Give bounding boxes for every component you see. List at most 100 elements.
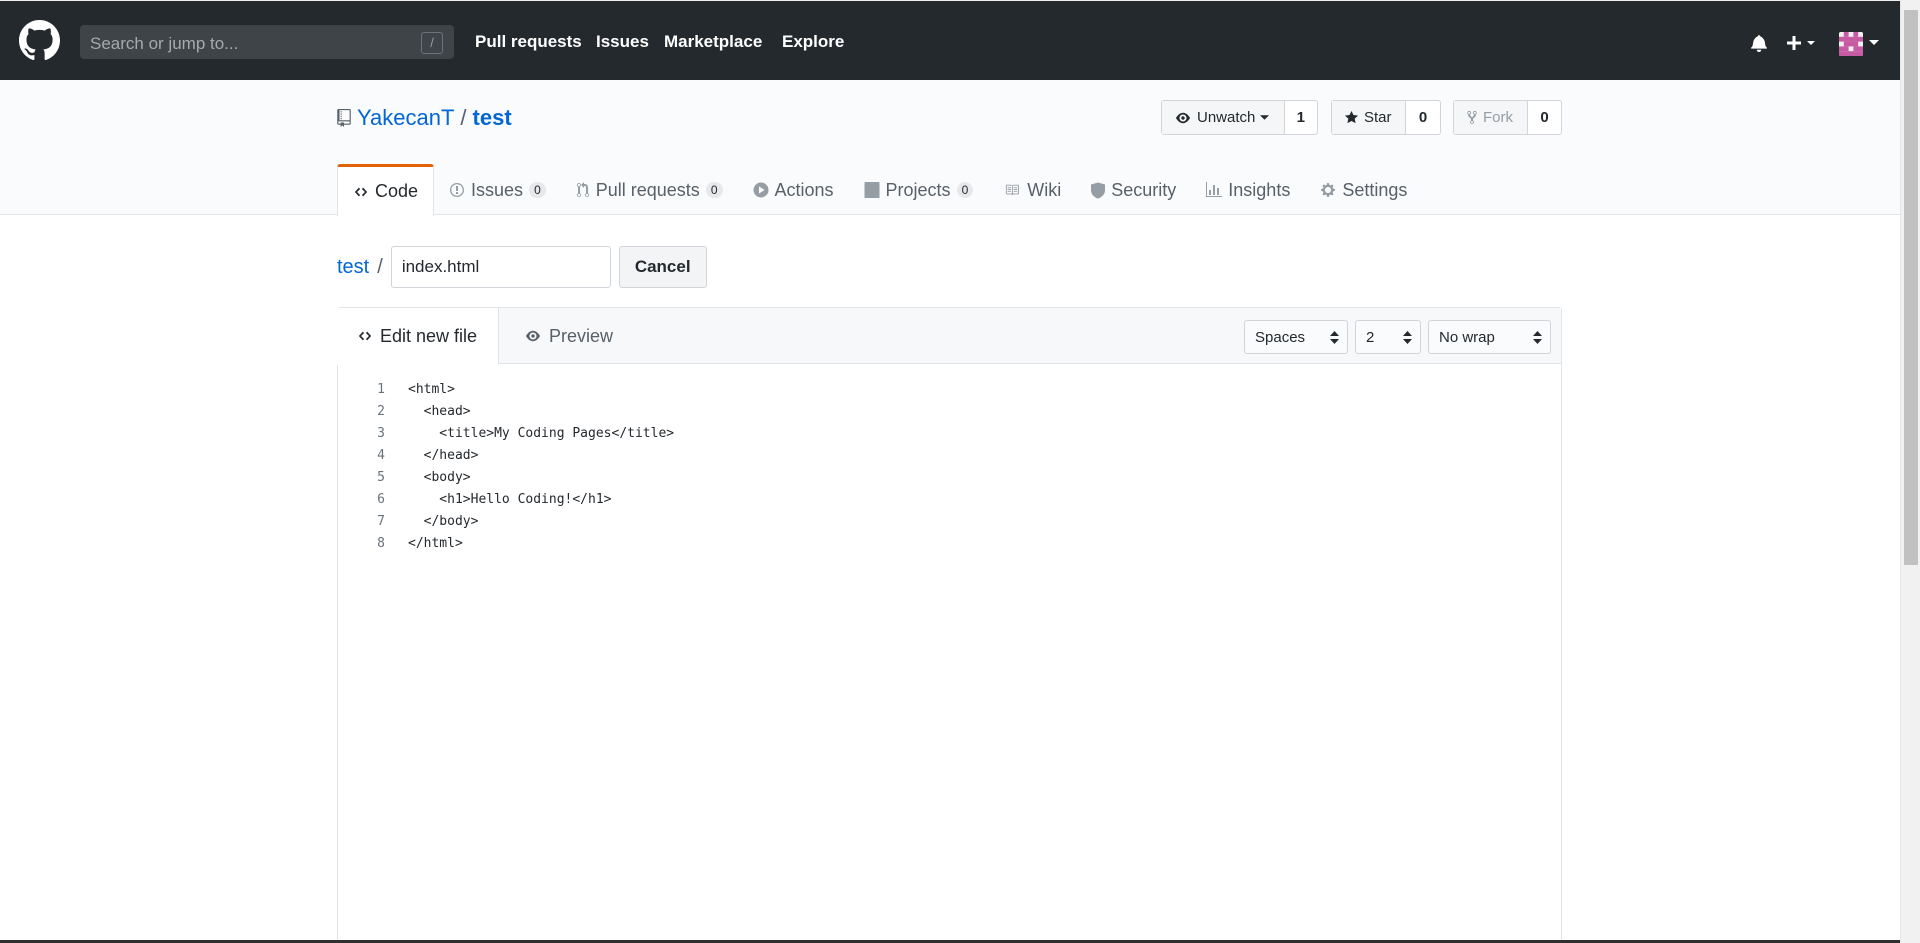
line-content: </body>: [408, 513, 479, 529]
breadcrumb: test / Cancel: [337, 246, 707, 288]
tab-code-label: Code: [375, 181, 419, 201]
line-content: <title>My Coding Pages</title>: [408, 425, 675, 441]
avatar-dropdown-caret-icon[interactable]: [1869, 40, 1879, 46]
chevron-down-icon: [1260, 114, 1270, 120]
cancel-button[interactable]: Cancel: [618, 246, 707, 288]
indent-size-select[interactable]: 2: [1355, 320, 1421, 354]
line-number: 1: [377, 381, 385, 397]
tab-issues-label: Issues: [471, 179, 524, 200]
editor-toolbar: Edit new file Preview Spaces 2 No wrap: [337, 308, 1561, 365]
line-content: <h1>Hello Coding!</h1>: [408, 491, 612, 507]
nav-marketplace[interactable]: Marketplace: [664, 32, 762, 52]
tab-pull-requests[interactable]: Pull requests 0: [561, 164, 738, 216]
line-content: <head>: [408, 403, 471, 419]
tab-preview-label: Preview: [549, 325, 614, 346]
nav-explore[interactable]: Explore: [782, 32, 844, 52]
scrollbar-thumb[interactable]: [1904, 10, 1918, 565]
tab-insights[interactable]: Insights: [1191, 164, 1305, 216]
page-scrollbar[interactable]: [1900, 0, 1920, 943]
repo-icon: [337, 109, 351, 127]
play-icon: [753, 182, 768, 198]
tab-wiki-label: Wiki: [1027, 179, 1062, 200]
line-number: 5: [377, 469, 385, 485]
code-line: 7 </body>: [338, 510, 674, 532]
filename-input[interactable]: [390, 246, 611, 288]
tab-issues[interactable]: Issues 0: [434, 164, 561, 216]
indent-mode-select[interactable]: Spaces: [1244, 320, 1348, 354]
breadcrumb-separator: /: [377, 255, 383, 278]
tab-projects[interactable]: Projects 0: [849, 164, 989, 216]
avatar[interactable]: [1839, 32, 1863, 56]
line-number: 6: [377, 491, 385, 507]
code-line: 2 <head>: [338, 400, 674, 422]
pull-request-icon: [576, 182, 589, 197]
line-number: 4: [377, 447, 385, 463]
search-placeholder: Search or jump to...: [90, 34, 239, 53]
repo-title-separator: /: [460, 105, 467, 130]
graph-icon: [1206, 182, 1223, 197]
star-label: Star: [1364, 109, 1392, 126]
issue-icon: [450, 183, 465, 197]
eye-icon: [1176, 112, 1190, 123]
tab-edit-new-file[interactable]: Edit new file: [337, 308, 499, 365]
fork-button[interactable]: Fork: [1454, 101, 1528, 134]
issues-counter: 0: [529, 182, 546, 198]
nav-pull-requests[interactable]: Pull requests: [475, 32, 582, 52]
select-arrows-icon: [1403, 331, 1412, 344]
line-number: 8: [377, 535, 385, 551]
code-line: 6 <h1>Hello Coding!</h1>: [338, 488, 674, 510]
nav-issues[interactable]: Issues: [596, 32, 649, 52]
star-button-group: Star 0: [1331, 100, 1441, 135]
eye-icon: [526, 330, 540, 342]
select-arrows-icon: [1330, 331, 1339, 344]
search-input[interactable]: Search or jump to... /: [80, 25, 454, 59]
tab-projects-label: Projects: [885, 179, 951, 200]
tab-code[interactable]: Code: [337, 164, 435, 216]
project-icon: [864, 182, 880, 198]
repo-name-link[interactable]: test: [473, 105, 512, 131]
code-line: 1 <html>: [338, 378, 674, 400]
fork-label: Fork: [1483, 109, 1513, 126]
tab-actions[interactable]: Actions: [738, 164, 849, 216]
line-number: 7: [377, 513, 385, 529]
global-header: Search or jump to... / Pull requests Iss…: [0, 0, 1900, 80]
forks-count[interactable]: 0: [1528, 101, 1561, 134]
tab-preview[interactable]: Preview: [524, 308, 613, 364]
code-line: 3 <title>My Coding Pages</title>: [338, 422, 674, 444]
star-icon: [1344, 110, 1359, 124]
file-editor: Edit new file Preview Spaces 2 No wrap 1…: [337, 307, 1562, 943]
code-icon: [354, 187, 368, 196]
bell-icon[interactable]: [1751, 34, 1767, 52]
search-shortcut-key: /: [421, 32, 443, 54]
repo-owner-link[interactable]: YakecanT: [357, 105, 454, 131]
wrap-mode-select[interactable]: No wrap: [1428, 320, 1551, 354]
repo-tabs: Code Issues 0 Pull requests 0 Actions Pr…: [337, 164, 1422, 216]
tab-settings-label: Settings: [1342, 179, 1408, 200]
tab-security[interactable]: Security: [1076, 164, 1191, 216]
tab-security-label: Security: [1111, 179, 1177, 200]
breadcrumb-repo-link[interactable]: test: [337, 256, 369, 279]
indent-size-value: 2: [1366, 328, 1375, 346]
github-logo-icon[interactable]: [19, 20, 60, 61]
line-content: </head>: [408, 447, 479, 463]
stargazers-count[interactable]: 0: [1406, 101, 1440, 134]
code-area[interactable]: 1 <html> 2 <head> 3 <title>My Coding Page…: [338, 378, 674, 554]
repo-title: YakecanT / test: [337, 105, 512, 131]
tab-settings[interactable]: Settings: [1305, 164, 1422, 216]
book-icon: [1006, 184, 1020, 196]
fork-icon: [1467, 110, 1477, 125]
avatar-identicon-icon: [1839, 32, 1863, 56]
plus-icon[interactable]: [1786, 34, 1818, 52]
unwatch-button[interactable]: Unwatch: [1162, 101, 1285, 134]
gear-icon: [1321, 183, 1336, 197]
shield-icon: [1091, 182, 1106, 198]
select-arrows-icon: [1533, 331, 1542, 344]
tab-insights-label: Insights: [1228, 179, 1291, 200]
tab-wiki[interactable]: Wiki: [988, 164, 1076, 216]
star-button[interactable]: Star: [1332, 101, 1406, 134]
tab-actions-label: Actions: [774, 179, 834, 200]
wrap-mode-value: No wrap: [1439, 328, 1495, 346]
tab-edit-label: Edit new file: [380, 325, 478, 346]
watchers-count[interactable]: 1: [1285, 101, 1317, 134]
code-line: 4 </head>: [338, 444, 674, 466]
